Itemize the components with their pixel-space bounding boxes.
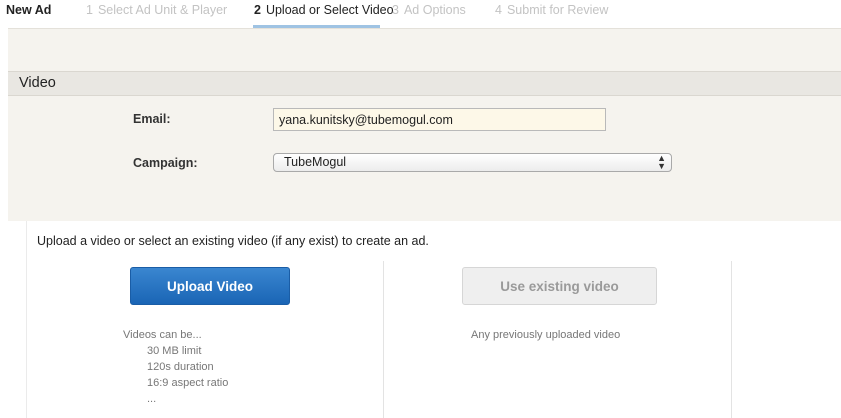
campaign-label: Campaign: [133,156,198,170]
use-existing-video-button[interactable]: Use existing video [462,267,657,305]
requirement-item: 30 MB limit [147,345,202,357]
step-select-ad-unit[interactable]: 1 Select Ad Unit & Player [86,3,227,17]
email-field[interactable] [273,108,606,131]
requirements-title: Videos can be... [123,329,202,341]
upload-intro: Upload a video or select an existing vid… [37,234,429,248]
section-header: Video [8,71,841,96]
email-label: Email: [133,112,171,126]
step-upload-video[interactable]: 2 Upload or Select Video [254,3,394,17]
column-divider-right [731,261,732,418]
requirement-item: 120s duration [147,361,214,373]
column-divider [383,261,384,418]
page-title: New Ad [6,3,52,17]
requirement-item: 16:9 aspect ratio [147,377,229,389]
select-arrows-icon: ▲ ▼ [657,153,666,171]
section-title: Video [19,75,56,91]
step-ad-options[interactable]: 3 Ad Options [392,3,466,17]
step-submit-review[interactable]: 4 Submit for Review [495,3,608,17]
campaign-selected-value: TubeMogul [284,155,347,169]
campaign-select[interactable]: TubeMogul ▲ ▼ [273,153,672,172]
requirement-item: ... [147,393,157,405]
existing-video-note: Any previously uploaded video [471,329,621,341]
wizard-nav: New Ad 1 Select Ad Unit & Player 2 Upload … [0,0,841,28]
upload-video-button[interactable]: Upload Video [130,267,290,305]
